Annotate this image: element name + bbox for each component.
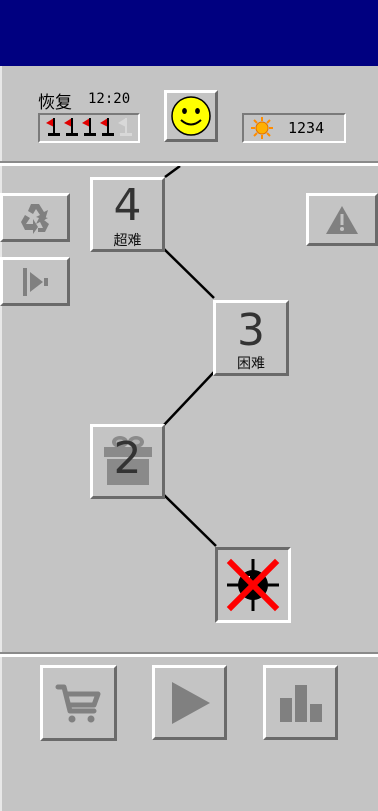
level-2-number: 2 <box>113 433 142 484</box>
bar-chart-icon <box>279 684 322 722</box>
warning-button[interactable] <box>306 193 378 246</box>
level-1-button[interactable] <box>215 547 291 623</box>
mood-button[interactable] <box>164 90 218 142</box>
score-value: 1234 <box>288 119 325 137</box>
recycle-button[interactable] <box>0 193 70 242</box>
cart-icon <box>55 684 100 723</box>
flags-counter <box>38 113 140 143</box>
flag-active <box>100 118 114 136</box>
level-4-number: 4 <box>113 180 142 231</box>
window-title-bar <box>0 0 378 66</box>
flag-inactive <box>118 118 132 136</box>
smiley-face-icon <box>171 96 211 136</box>
stats-button[interactable] <box>263 665 338 740</box>
status-time: 12:20 <box>88 91 131 107</box>
level-4-button[interactable]: 4 超难 <box>90 177 165 252</box>
shop-button[interactable] <box>40 665 117 741</box>
bottom-divider <box>0 654 378 657</box>
flag-active <box>46 118 60 136</box>
warning-icon <box>326 205 358 234</box>
level-2-button[interactable]: 2 <box>90 424 165 499</box>
recycle-icon <box>21 203 49 234</box>
status-label: 恢复 <box>38 93 72 113</box>
flag-active <box>64 118 78 136</box>
sun-icon <box>251 117 273 139</box>
flag-play-icon <box>23 267 48 296</box>
level-3-button[interactable]: 3 困难 <box>213 300 289 376</box>
flag-play-button[interactable] <box>0 257 70 306</box>
flag-active <box>82 118 96 136</box>
flags-icon <box>46 118 132 136</box>
mine-icon <box>226 558 280 612</box>
level-3-number: 3 <box>237 305 265 356</box>
play-button[interactable] <box>152 665 227 740</box>
level-3-subtitle: 困难 <box>237 356 265 372</box>
level-4-subtitle: 超难 <box>113 233 142 249</box>
play-icon <box>171 681 210 724</box>
